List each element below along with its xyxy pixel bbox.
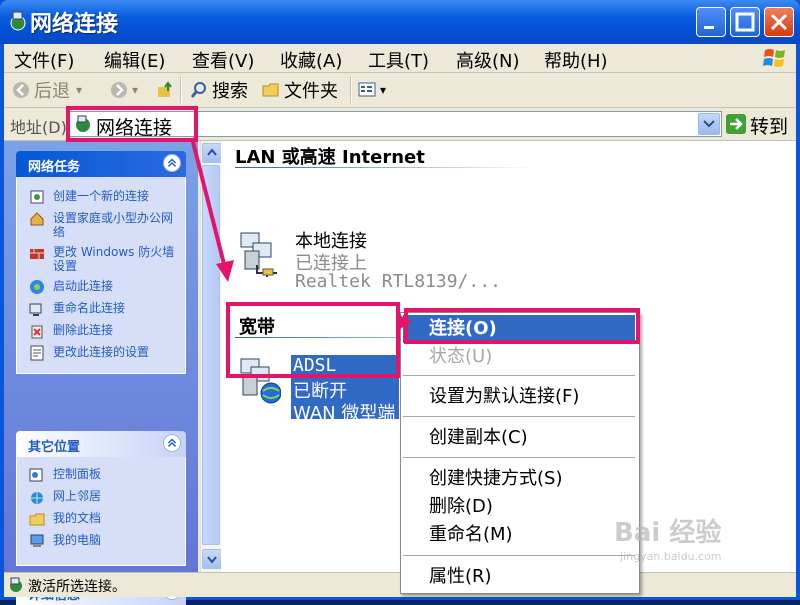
watermark: Bai 经验 (614, 518, 722, 548)
tutorial-arrows (190, 137, 412, 330)
watermark-url: jingyan.baidu.com (620, 550, 722, 563)
